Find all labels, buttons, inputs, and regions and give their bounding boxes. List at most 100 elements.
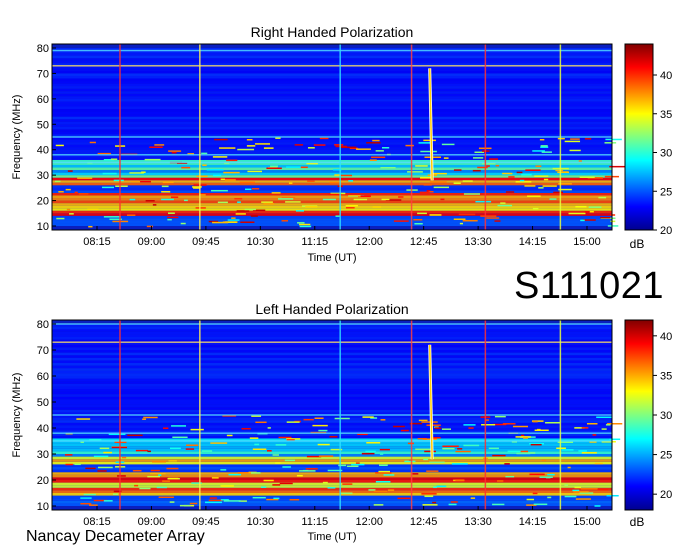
spectrogram-speckle <box>156 486 167 489</box>
spectrogram-speckle <box>251 188 260 190</box>
spectrogram-speckle <box>211 189 228 192</box>
spectrogram-speckle <box>366 142 381 144</box>
spectrogram-band <box>52 126 612 130</box>
spectrogram-speckle <box>217 201 228 204</box>
spectrogram-speckle <box>415 448 432 451</box>
spectrogram-speckle <box>171 151 177 154</box>
spectrogram-band <box>52 407 612 410</box>
spectrogram-speckle <box>600 216 611 219</box>
spectrogram-speckle <box>486 165 490 167</box>
spectrogram-speckle <box>319 137 329 140</box>
spectrogram-speckle <box>284 459 296 462</box>
spectrogram-speckle <box>161 185 169 188</box>
spectrogram-speckle <box>604 142 617 144</box>
spectrogram-speckle <box>180 222 186 225</box>
spectrogram-speckle <box>65 463 73 466</box>
spectrogram-band <box>52 381 612 384</box>
spectrogram-speckle <box>570 138 580 140</box>
spectrogram-speckle <box>129 198 136 201</box>
spectrogram-band <box>52 96 612 99</box>
colorbar-tick-label: 40 <box>660 70 672 82</box>
spectrogram-speckle <box>470 497 476 499</box>
spectrogram-band <box>52 399 612 402</box>
spectrogram-speckle <box>250 472 261 474</box>
spectrogram-speckle <box>113 179 124 182</box>
spectrogram-speckle <box>286 166 303 168</box>
spectrogram-speckle <box>607 225 619 227</box>
spectrogram-speckle <box>508 176 515 178</box>
spectrogram-speckle <box>502 423 516 425</box>
spectrogram-band <box>52 472 612 475</box>
interference-line <box>52 154 612 156</box>
spectrogram-band <box>52 223 612 226</box>
spectrogram-band <box>52 357 612 361</box>
spectrogram-speckle <box>196 175 208 178</box>
spectrogram-speckle <box>201 152 208 155</box>
x-tick-label: 12:00 <box>355 516 383 528</box>
spectrogram-band <box>52 326 612 330</box>
spectrogram-speckle <box>545 422 560 424</box>
y-tick-label: 50 <box>37 119 49 131</box>
y-tick-label: 50 <box>37 397 49 409</box>
spectrogram-speckle <box>372 206 382 208</box>
spectrogram-speckle <box>521 173 532 176</box>
interference-line <box>52 161 612 164</box>
spectrogram-speckle <box>314 417 324 419</box>
spectrogram-speckle <box>426 424 441 426</box>
spectrogram-speckle <box>228 473 242 476</box>
spectrogram-speckle <box>80 502 92 505</box>
spectrogram-speckle <box>379 453 384 455</box>
spectrogram-speckle <box>327 487 336 489</box>
spectrogram-band <box>52 93 612 97</box>
spectrogram-band <box>52 420 612 423</box>
spectrogram-speckle <box>76 418 91 420</box>
spectrogram-speckle <box>223 171 240 174</box>
spectrogram-speckle <box>161 191 171 193</box>
spectrogram-speckle <box>436 485 447 488</box>
panel-title: Left Handed Polarization <box>255 301 408 317</box>
vertical-interference-line <box>119 320 121 510</box>
spectrogram-speckle <box>429 461 445 464</box>
spectrogram-band <box>52 144 612 148</box>
spectrogram-speckle <box>271 192 281 194</box>
spectrogram-speckle <box>135 449 149 452</box>
spectrogram-speckle <box>252 448 267 451</box>
spectrogram-speckle <box>299 223 311 226</box>
spectrogram-speckle <box>532 150 545 152</box>
spectrogram-band <box>52 215 612 219</box>
spectrogram-speckle <box>578 160 582 162</box>
spectrogram-speckle <box>138 180 151 183</box>
spectrogram-band <box>52 187 612 191</box>
spectrogram-speckle <box>609 438 621 441</box>
spectrogram-speckle <box>282 466 291 468</box>
spectrogram-speckle <box>235 213 246 215</box>
spectrogram-speckle <box>529 473 545 476</box>
spectrogram-speckle <box>299 225 312 228</box>
spectrogram-speckle <box>322 481 328 484</box>
spectrogram-band <box>52 383 612 387</box>
y-tick-label: 80 <box>37 319 49 331</box>
spectrogram-speckle <box>538 187 544 189</box>
spectrogram-band <box>52 55 612 59</box>
spectrogram-speckle <box>167 218 172 221</box>
spectrogram-speckle <box>171 425 187 427</box>
spectrogram-speckle <box>74 463 81 466</box>
spectrogram-speckle <box>67 170 73 172</box>
spectrogram-speckle <box>404 460 416 463</box>
spectrogram-speckle <box>169 501 175 503</box>
spectrogram-band <box>52 461 612 465</box>
spectrogram-speckle <box>346 465 359 468</box>
spectrogram-speckle <box>334 417 350 420</box>
spectrogram-speckle <box>161 198 174 201</box>
spectrogram-band <box>52 464 612 467</box>
spectrogram-speckle <box>186 444 199 446</box>
spectrogram-speckle <box>373 490 388 492</box>
spectrogram-speckle <box>540 145 548 147</box>
spectrogram-speckle <box>102 186 115 189</box>
spectrogram-speckle <box>549 198 557 200</box>
spectrogram-speckle <box>335 145 347 148</box>
spectrogram-speckle <box>78 193 89 195</box>
spectrogram-speckle <box>532 492 538 495</box>
spectrogram-speckle <box>223 500 241 502</box>
spectrogram-speckle <box>378 470 391 473</box>
